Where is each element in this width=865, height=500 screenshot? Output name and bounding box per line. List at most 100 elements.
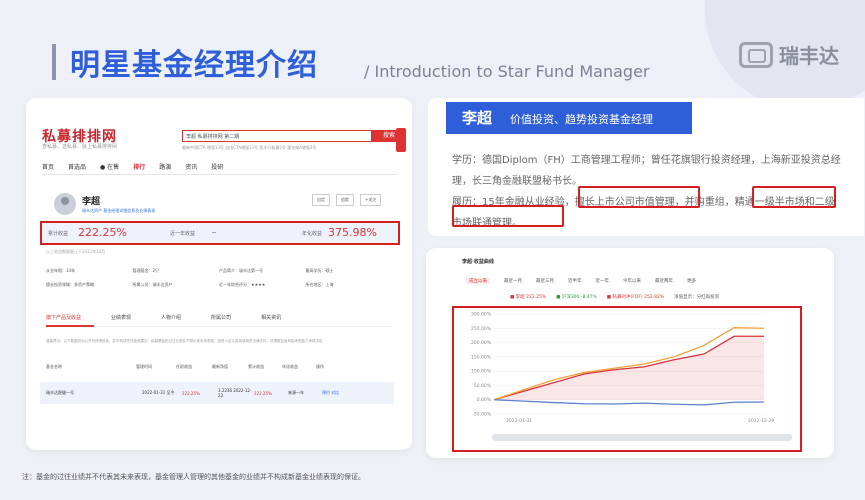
period-more[interactable]: 更多 [687,278,696,284]
site-tagline: 查私募、选私募、就上私募排排网 [42,144,118,150]
brand-logo: 瑞丰达 [739,40,839,69]
data-since: 以上收益数据截止于2022年12月 [46,249,106,254]
range-scrollbar[interactable] [492,434,792,441]
col-tenure-return: 任职收益 [176,364,192,369]
chart-legend: ■ 李超 222.25% ■ 沪深300 -8.47% ■ 私募对冲(FOF) … [510,294,719,300]
period-since-inception[interactable]: 成立以来 [466,278,490,284]
period-3m[interactable]: 最近三月 [536,278,554,284]
col-cumulative: 累计收益 [248,364,264,369]
y-tick-label: 250.00% [471,326,492,332]
side-promo-icon[interactable] [396,128,406,152]
brand-logo-icon [739,41,773,68]
manager-tabs: 旗下产品及收益 业绩表现 人物介绍 所属公司 相关资讯 [46,314,281,321]
nav-item-onsale[interactable]: ● 在售 [100,162,119,171]
info-item: 擅长投资领域：多资产策略 [46,282,94,287]
nav-item-roadshow[interactable]: 路演 [159,162,171,171]
period-6m[interactable]: 近半年 [568,278,582,284]
nav-divider [42,174,398,175]
col-nav: 最新净值 [212,364,228,369]
info-item: 管理基金：2只 [132,268,160,273]
manager-info-grid: 从业年限：14年 管理基金：2只 产品简介：瑞丰达第一号 最高学历：硕士 擅长投… [46,268,392,288]
customize-button[interactable]: 自定 [312,194,330,206]
nav-item-picks[interactable]: 首选品 [68,162,86,171]
follow-button[interactable]: +关注 [360,194,382,206]
table-header: 基金名称 管理时间 任职收益 最新净值 累计收益 年化收益 操作 [46,364,392,370]
annual-return-value: 375.98% [328,226,377,239]
one-year-return-label: 近一年收益 [170,231,196,237]
annual-return-label: 年化收益 [302,231,323,237]
info-item: 从业年限：14年 [46,268,76,273]
period-ytd[interactable]: 今年以来 [623,278,641,284]
annual-cell: 来源一年 [288,390,304,395]
brand-logo-text: 瑞丰达 [779,44,839,68]
tab-products[interactable]: 旗下产品及收益 [46,314,81,321]
period-2y[interactable]: 最近两年 [655,278,673,284]
track-button[interactable]: 追踪 [336,194,354,206]
y-tick-label: 200.00% [471,340,492,346]
period-selector: 成立以来 最近一月 最近三月 近半年 近一年 今年以来 最近两年 更多 [466,278,696,284]
y-tick-label: 50.00% [474,383,492,389]
y-tick-label: 150.00% [471,354,492,360]
search-input[interactable]: 李超 私募排排网 第二期 [182,130,372,142]
tab-profile[interactable]: 人物介绍 [161,314,181,321]
footnote: 注：基金的过往业绩并不代表其未来表现，基金管理人管理的其他基金的业绩并不构成新基… [22,473,365,481]
period-1y[interactable]: 近一年 [596,278,610,284]
manager-tag[interactable]: 瑞丰达资产 基金经理详细信息及业绩表现 [82,208,155,214]
nav-display-select[interactable]: 净值显示：分红再投资 [674,294,719,300]
action-cell[interactable]: 预约 对比 [322,390,354,396]
return-curve-card: 李超·收益曲线 成立以来 最近一月 最近三月 近半年 近一年 今年以来 最近两年… [426,248,834,458]
fund-name-cell[interactable]: 瑞丰达稳健一号 [46,390,142,396]
page-subtitle: / Introduction to Star Fund Manager [364,62,650,81]
col-action: 操作 [316,364,324,369]
info-item: 产品简介：瑞丰达第一号 [219,268,263,273]
tenure-return-cell: 222.25% [182,390,200,396]
nav-item-ranking[interactable]: 排行 [133,162,145,171]
page-title: 明星基金经理介绍 [70,48,318,83]
cumulative-return-label: 累计收益 [48,231,69,237]
bio-name: 李超 [462,109,493,127]
chart-title: 李超·收益曲线 [462,259,494,265]
nav-item-home[interactable]: 首页 [42,162,54,171]
y-tick-label: 0.00% [477,397,492,403]
col-fund-name: 基金名称 [46,364,62,369]
returns-highlight: 累计收益 222.25% 近一年收益 -- 年化收益 375.98% [40,221,400,245]
tab-performance[interactable]: 业绩表现 [111,314,131,321]
info-item: 所在地区：上海 [305,282,334,287]
tab-news[interactable]: 相关资讯 [261,314,281,321]
legend-item-hs300[interactable]: ■ 沪深300 -8.47% [556,294,597,300]
return-curve-chart: 300.00% 250.00% 200.00% 150.00% 100.00% 50.00… [471,312,765,418]
nav-item-news[interactable]: 资讯 [185,162,197,171]
nav-cell: 3.2236 2022-12-23 [218,388,252,398]
legend-item-fof[interactable]: ■ 私募对冲(FOF) 252.82% [607,294,664,300]
col-manage-time: 管理时间 [136,364,152,369]
legend-item-manager[interactable]: ■ 李超 222.25% [510,294,546,300]
x-tick-start: 2022-01-31 [506,419,533,424]
cumulative-return-value: 222.25% [78,226,127,239]
y-tick-label: 300.00% [471,312,492,318]
y-tick-label: 100.00% [471,369,492,375]
tab-company[interactable]: 所属公司 [211,314,231,321]
nav-item-research[interactable]: 投研 [211,162,223,171]
one-year-return-value: -- [212,229,217,236]
highlight-box [578,186,700,208]
table-row[interactable]: 瑞丰达稳健一号 2022-01-31 至今 222.25% 3.2236 202… [40,382,394,404]
y-tick-label: -50.00% [472,412,492,418]
site-nav: 首页 首选品 ● 在售 排行 路演 资讯 投研 [42,162,223,171]
manager-actions: 自定 追踪 +关注 [312,194,382,206]
active-tab-underline [46,325,94,327]
risk-note: 温馨提示：以下数据均为公开可获得信息，并不构成任何投资建议；私募基金的过往业绩并… [46,339,326,343]
period-1m[interactable]: 最近一月 [504,278,522,284]
hot-words: 最新中国CTA 增强13号 自由CTA增强13号 凯丰行私募2号 量化纯A增强3… [182,145,317,150]
fund-site-screenshot: 私募排排网 查私募、选私募、就上私募排排网 李超 私募排排网 第二期 搜索 最新… [26,98,412,450]
manage-time-cell: 2022-01-31 至今 [142,390,175,395]
tabs-divider [46,326,392,327]
title-accent-bar [52,44,56,80]
highlight-box [752,186,836,208]
manager-name: 李超 [82,197,101,207]
x-tick-end: 2022-12-29 [748,419,775,424]
info-item: 所属公司：瑞丰达资产 [132,282,173,287]
info-item: 近一年综合评分：★★★★ [219,282,266,287]
manager-avatar [54,193,76,215]
cumulative-cell: 222.25% [254,390,272,396]
series-line-2 [493,399,765,406]
